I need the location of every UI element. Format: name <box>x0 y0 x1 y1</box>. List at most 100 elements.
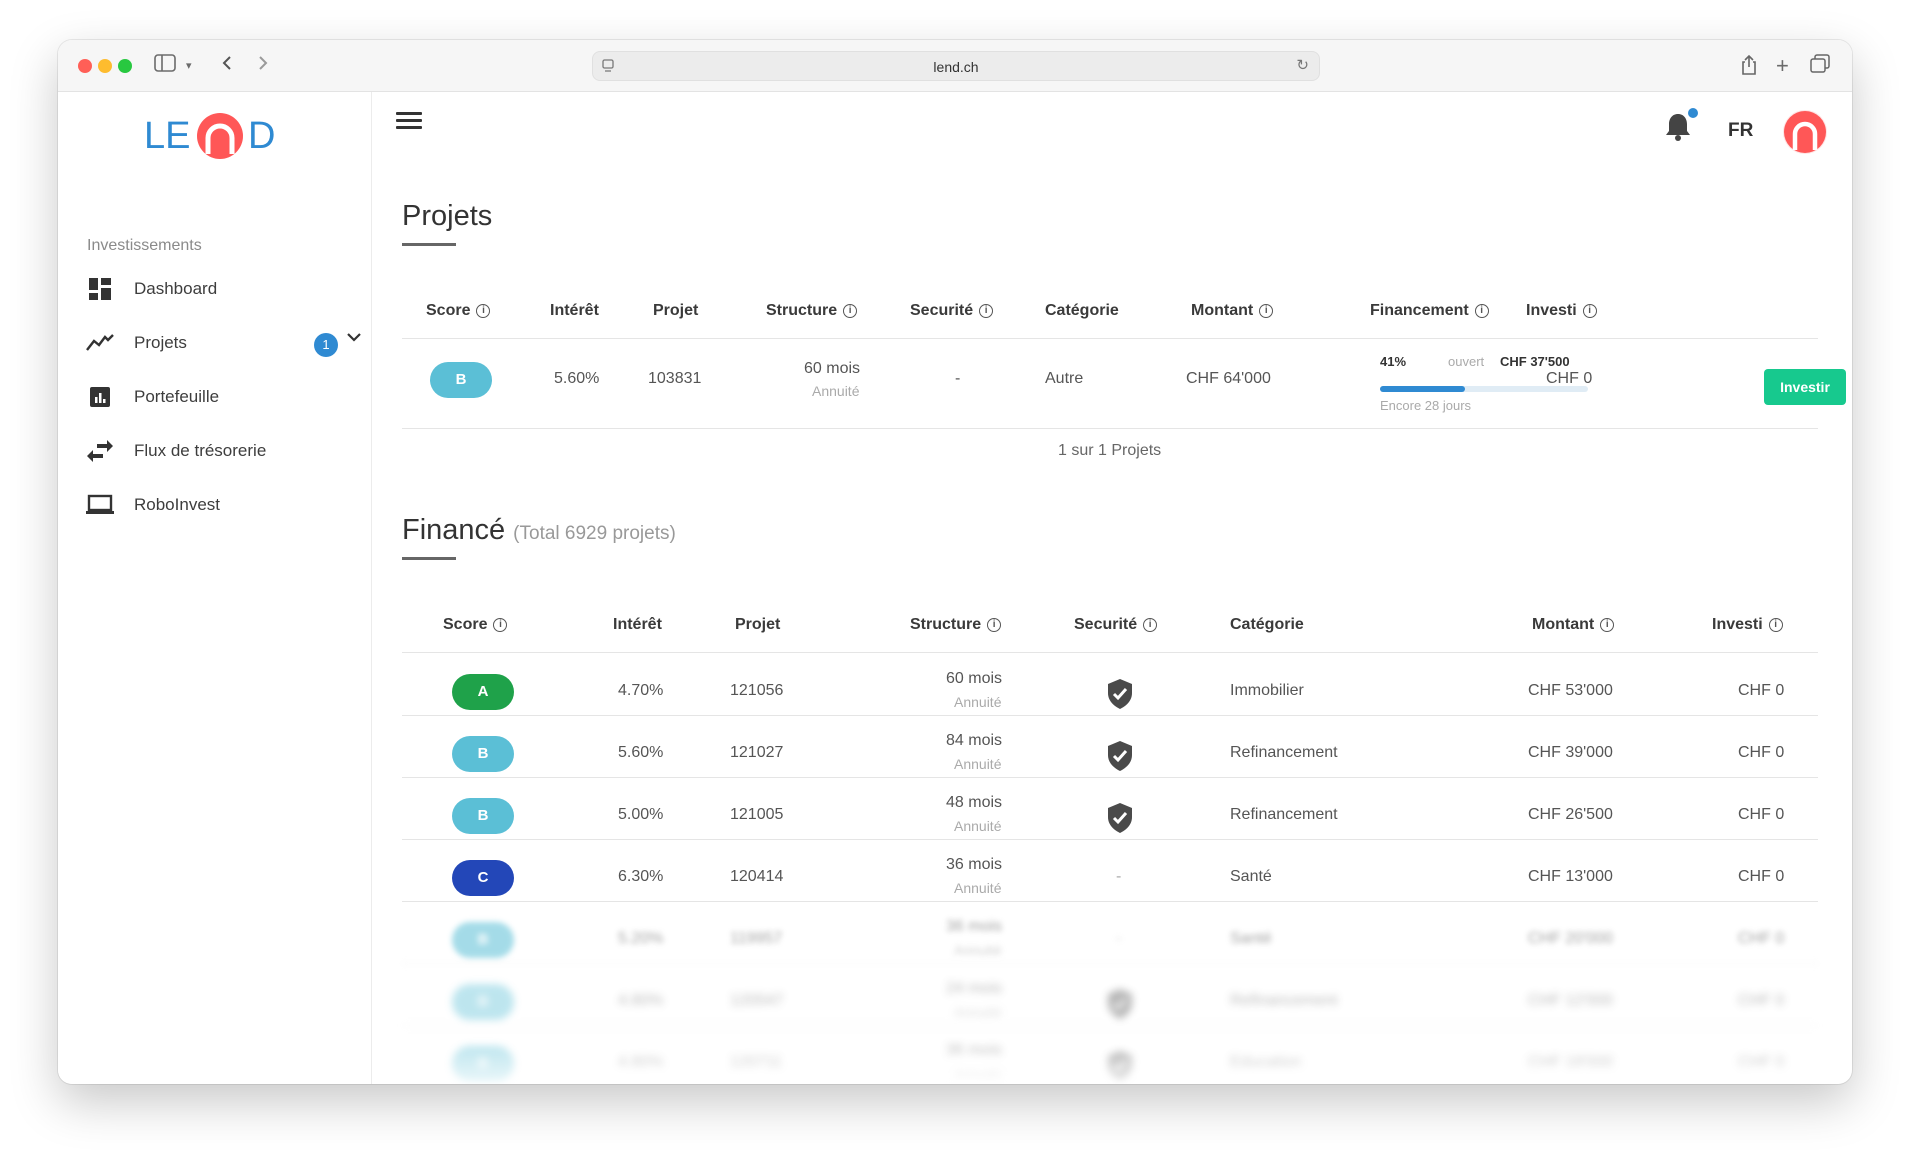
project-id-link[interactable]: 103831 <box>648 370 701 388</box>
minimize-window-button[interactable] <box>98 59 112 73</box>
col-structure-header[interactable]: Structure i <box>766 302 858 320</box>
structure-type: Annuité <box>954 818 1002 834</box>
trend-icon <box>86 331 114 355</box>
info-icon[interactable]: i <box>1259 304 1274 318</box>
scroll-fade <box>372 1044 1852 1084</box>
col-invested-header[interactable]: Investi i <box>1712 616 1783 634</box>
address-bar[interactable]: lend.ch ↻ <box>592 51 1320 81</box>
interest-value: 5.60% <box>618 744 664 761</box>
project-id-link[interactable]: 120547 <box>730 992 783 1010</box>
amount-value: CHF 26'500 <box>1528 806 1613 823</box>
invest-button[interactable]: Investir <box>1764 369 1846 405</box>
close-window-button[interactable] <box>78 59 92 73</box>
zoom-window-button[interactable] <box>118 59 132 73</box>
project-id-link[interactable]: 121005 <box>730 806 783 824</box>
score-badge[interactable]: C <box>452 860 514 896</box>
col-score-header[interactable]: Score i <box>426 302 491 320</box>
back-icon[interactable] <box>220 54 234 78</box>
sidebar-item-portefeuille[interactable]: Portefeuille <box>86 382 346 412</box>
divider <box>402 1025 1818 1026</box>
nav-heading: Investissements <box>87 237 202 254</box>
url-text: lend.ch <box>933 59 979 75</box>
interest-value: 4.70% <box>618 682 664 699</box>
funding-progress-fill <box>1380 386 1466 392</box>
new-tab-icon[interactable]: + <box>1776 54 1789 78</box>
menu-toggle-button[interactable] <box>396 112 422 132</box>
structure-type: Annuité <box>954 756 1002 772</box>
invested-value: CHF 0 <box>1546 370 1593 387</box>
security-value: - <box>955 370 961 387</box>
project-id-link[interactable]: 121027 <box>730 744 783 762</box>
forward-icon[interactable] <box>256 54 270 78</box>
col-structure-header[interactable]: Structure i <box>910 616 1002 634</box>
info-icon[interactable]: i <box>843 304 858 318</box>
project-id-link[interactable]: 121056 <box>730 682 783 700</box>
col-amount-header[interactable]: Montant i <box>1532 616 1615 634</box>
score-badge[interactable]: B <box>452 798 514 834</box>
sidebar-item-roboinvest[interactable]: RoboInvest <box>86 490 346 520</box>
amount-value: CHF 39'000 <box>1528 744 1613 761</box>
info-icon[interactable]: i <box>1474 304 1489 318</box>
col-amount-header[interactable]: Montant i <box>1191 302 1274 320</box>
svg-text:D: D <box>248 115 275 157</box>
sidebar-item-label: Flux de trésorerie <box>134 441 267 460</box>
score-badge[interactable]: B <box>452 922 514 958</box>
invested-value: CHF 0 <box>1738 930 1785 947</box>
sidebar-item-projets[interactable]: Projets 1 <box>86 328 376 358</box>
sidebar-item-flux[interactable]: Flux de trésorerie <box>86 436 346 466</box>
col-security-header[interactable]: Securité i <box>910 302 994 320</box>
info-icon[interactable]: i <box>476 304 491 318</box>
info-icon[interactable]: i <box>979 304 994 318</box>
amount-value: CHF 53'000 <box>1528 682 1613 699</box>
score-badge[interactable]: A <box>452 674 514 710</box>
col-security-header[interactable]: Securité i <box>1074 616 1158 634</box>
dashboard-icon <box>86 277 114 301</box>
shield-check-icon <box>1106 678 1134 710</box>
reload-icon[interactable]: ↻ <box>1296 56 1309 74</box>
projets-count-badge: 1 <box>314 333 338 357</box>
divider <box>402 901 1818 902</box>
sidebar-item-dashboard[interactable]: Dashboard <box>86 274 346 304</box>
category-value: Santé <box>1230 930 1272 947</box>
structure-duration: 60 mois <box>804 360 861 377</box>
structure-duration: 36 mois <box>946 856 1003 873</box>
category-value: Refinancement <box>1230 992 1338 1009</box>
lend-logo[interactable]: LE D <box>144 110 284 160</box>
bell-icon <box>1666 114 1690 141</box>
col-category-header: Catégorie <box>1045 302 1119 319</box>
category-value: Santé <box>1230 868 1272 885</box>
info-icon[interactable]: i <box>1600 618 1615 632</box>
chevron-down-icon[interactable] <box>346 330 362 348</box>
invested-value: CHF 0 <box>1738 868 1785 885</box>
col-funding-header[interactable]: Financement i <box>1370 302 1489 320</box>
chevron-down-icon[interactable]: ▾ <box>186 54 192 78</box>
info-icon[interactable]: i <box>493 618 508 632</box>
score-badge[interactable]: B <box>430 362 492 398</box>
funding-remaining: Encore 28 jours <box>1380 398 1472 413</box>
hamburger-icon <box>396 112 422 115</box>
sidebar-toggle-icon[interactable] <box>154 54 176 78</box>
section-subtitle: (Total 6929 projets) <box>513 523 676 544</box>
pagination-info: 1 sur 1 Projets <box>1058 442 1162 459</box>
info-icon[interactable]: i <box>987 618 1002 632</box>
info-icon[interactable]: i <box>1143 618 1158 632</box>
info-icon[interactable]: i <box>1768 618 1783 632</box>
score-badge[interactable]: B <box>452 736 514 772</box>
tab-overview-icon[interactable] <box>1810 54 1830 80</box>
share-icon[interactable] <box>1740 54 1758 82</box>
score-badge[interactable]: B <box>452 984 514 1020</box>
project-id-link[interactable]: 119957 <box>730 930 782 948</box>
structure-type: Annuité <box>954 694 1002 710</box>
interest-value: 5.20% <box>618 930 664 947</box>
col-score-header[interactable]: Score i <box>443 616 508 634</box>
project-id-link[interactable]: 120414 <box>730 868 783 886</box>
col-invested-header[interactable]: Investi i <box>1526 302 1597 320</box>
language-selector[interactable]: FR <box>1728 120 1753 142</box>
info-icon[interactable]: i <box>1582 304 1597 318</box>
avatar[interactable] <box>1783 110 1827 154</box>
title-underline <box>402 243 456 246</box>
col-interest-header: Intérêt <box>550 302 599 319</box>
transfer-icon <box>86 439 114 463</box>
divider <box>402 963 1818 964</box>
divider <box>402 428 1818 429</box>
